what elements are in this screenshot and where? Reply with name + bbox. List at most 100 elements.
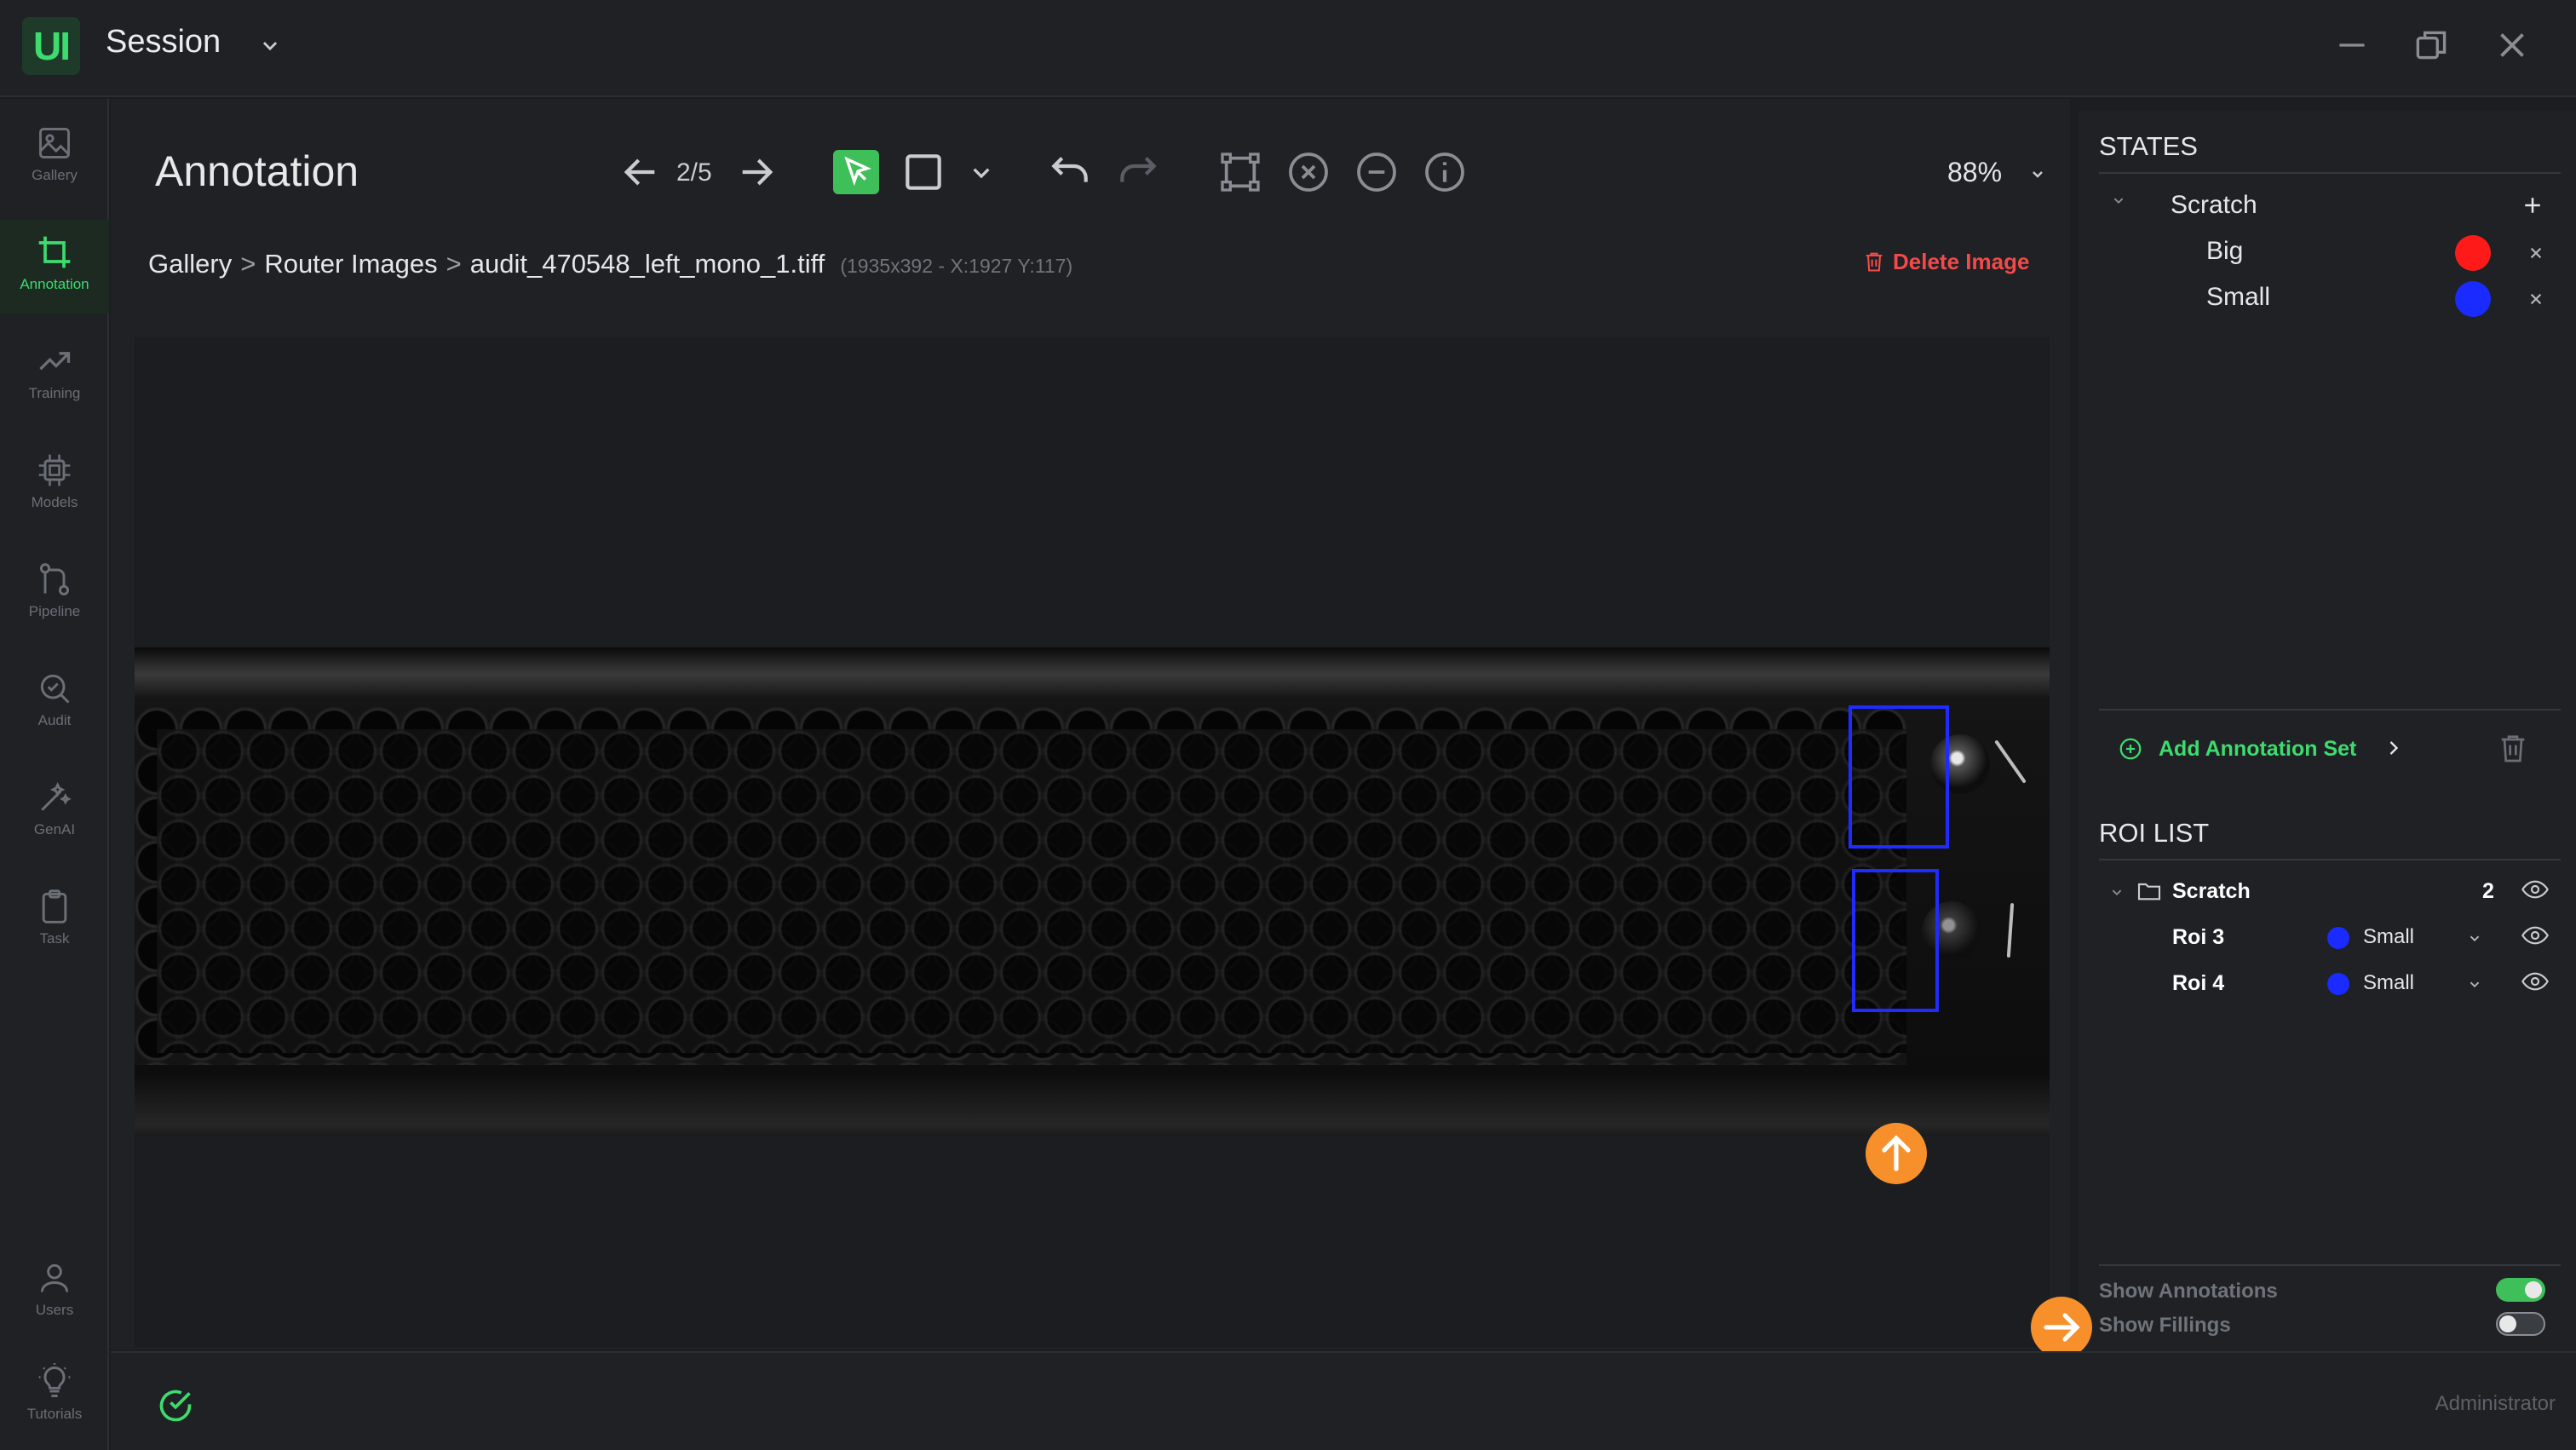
chevron-down-icon: [973, 168, 990, 179]
nav-label: Training: [28, 385, 81, 401]
breadcrumb-separator: >: [446, 249, 462, 279]
nav-training[interactable]: Training: [0, 329, 109, 423]
nav-label: Pipeline: [28, 603, 81, 619]
zoom-level[interactable]: 88%: [1947, 157, 2002, 188]
gallery-icon: [39, 128, 70, 158]
circle-minus-icon: [1357, 152, 1396, 192]
nav-users[interactable]: Users: [0, 1246, 109, 1339]
roi-box-4[interactable]: [1852, 869, 1939, 1012]
circle-x-icon: [1289, 152, 1328, 192]
bulb-icon: [38, 1363, 71, 1397]
state-small[interactable]: Small: [2206, 283, 2270, 312]
transform-tool-button[interactable]: [1216, 148, 1264, 196]
nav-label: Task: [39, 930, 70, 947]
roi-3-state[interactable]: Small: [2363, 925, 2414, 949]
roi-3-label[interactable]: Roi 3: [2172, 925, 2224, 950]
state-big[interactable]: Big: [2206, 237, 2243, 266]
roi-4-state[interactable]: Small: [2363, 971, 2414, 995]
nav-tutorials[interactable]: Tutorials: [0, 1349, 109, 1443]
minimize-icon[interactable]: [2331, 24, 2373, 66]
select-tool-button[interactable]: [833, 150, 879, 194]
app-logo: UI: [22, 17, 80, 75]
scratch-mark: [2006, 902, 2015, 958]
nav-annotation[interactable]: Annotation: [0, 220, 109, 314]
nav-models[interactable]: Models: [0, 438, 109, 532]
arrow-left-icon: [624, 158, 655, 186]
zoom-dropdown-button[interactable]: [2027, 164, 2048, 184]
nav-label: GenAI: [33, 821, 76, 837]
vent-holes: [157, 729, 1906, 1053]
close-icon[interactable]: [2525, 242, 2547, 264]
prev-image-button[interactable]: [617, 148, 664, 196]
chevron-down-icon[interactable]: [2109, 191, 2128, 210]
folder-icon: [2137, 883, 2161, 900]
image-canvas[interactable]: [135, 337, 2050, 1348]
nav-label: Audit: [37, 712, 72, 728]
session-title[interactable]: Session: [106, 24, 221, 60]
add-state-icon[interactable]: [2520, 193, 2545, 218]
trash-icon[interactable]: [2496, 731, 2530, 765]
square-icon: [906, 154, 941, 190]
undo-button[interactable]: [1046, 148, 1094, 196]
state-set-scratch[interactable]: Scratch: [2171, 191, 2257, 220]
user-role: Administrator: [2435, 1392, 2556, 1415]
roi-4-label[interactable]: Roi 4: [2172, 971, 2224, 996]
nav-gallery[interactable]: Gallery: [0, 111, 109, 204]
cursor-pointer: [1866, 1123, 1927, 1184]
show-fillings-toggle[interactable]: [2496, 1312, 2545, 1336]
restore-icon[interactable]: [2411, 24, 2453, 66]
breadcrumb-folder[interactable]: Router Images: [264, 249, 437, 279]
chip-icon: [38, 454, 71, 486]
close-icon[interactable]: [2491, 24, 2533, 66]
redo-icon: [1120, 157, 1157, 182]
add-annotation-set-label: Add Annotation Set: [2159, 737, 2357, 761]
next-image-button[interactable]: [733, 148, 780, 196]
rectangle-tool-button[interactable]: [900, 148, 947, 196]
roi-group-scratch[interactable]: Scratch: [2172, 879, 2251, 904]
chevron-down-icon[interactable]: [2107, 883, 2126, 901]
nav-pipeline[interactable]: Pipeline: [0, 547, 109, 641]
nav-audit[interactable]: Audit: [0, 656, 109, 750]
divider: [2099, 1264, 2561, 1266]
arrow-right-icon: [2044, 1313, 2080, 1342]
breadcrumb-file: audit_470548_left_mono_1.tiff: [469, 249, 825, 279]
delete-image-label: Delete Image: [1893, 249, 2030, 274]
show-annotations-toggle[interactable]: [2496, 1278, 2545, 1302]
show-fillings-label: Show Fillings: [2099, 1314, 2231, 1337]
eye-icon[interactable]: [2521, 925, 2549, 946]
nav-label: Tutorials: [26, 1406, 83, 1422]
divider: [2099, 709, 2561, 711]
roi-box-3[interactable]: [1849, 705, 1949, 849]
title-bar: UI Session: [0, 0, 2576, 97]
delete-image-button[interactable]: Delete Image: [1862, 249, 2029, 275]
chevron-down-icon[interactable]: [256, 31, 285, 60]
clear-button[interactable]: [1285, 148, 1332, 196]
divider: [2099, 172, 2561, 174]
state-color-big[interactable]: [2455, 235, 2491, 271]
shape-dropdown-button[interactable]: [964, 148, 998, 196]
eye-icon[interactable]: [2521, 879, 2549, 900]
nav-label: Users: [35, 1302, 74, 1318]
plus-circle-icon: [2119, 738, 2142, 760]
chevron-right-icon[interactable]: [2382, 736, 2406, 760]
nav-label: Models: [31, 494, 78, 510]
eye-icon[interactable]: [2521, 971, 2549, 992]
state-color-small[interactable]: [2455, 281, 2491, 317]
scratch-mark: [1994, 739, 2027, 784]
redo-button[interactable]: [1114, 148, 1162, 196]
crop-icon: [38, 236, 71, 268]
bounding-box-icon: [1221, 152, 1260, 192]
roi-3-color: [2327, 927, 2349, 949]
close-icon[interactable]: [2525, 288, 2547, 310]
trend-icon: [39, 352, 71, 371]
nav-task[interactable]: Task: [0, 874, 109, 968]
nav-genai[interactable]: GenAI: [0, 765, 109, 859]
remove-button[interactable]: [1353, 148, 1400, 196]
trash-icon: [1866, 252, 1883, 272]
add-annotation-set-button[interactable]: Add Annotation Set: [2118, 736, 2356, 762]
breadcrumb-gallery[interactable]: Gallery: [148, 249, 232, 279]
check-circle-icon[interactable]: [157, 1387, 194, 1424]
chevron-down-icon[interactable]: [2465, 929, 2484, 947]
info-button[interactable]: [1421, 148, 1469, 196]
chevron-down-icon[interactable]: [2465, 975, 2484, 993]
